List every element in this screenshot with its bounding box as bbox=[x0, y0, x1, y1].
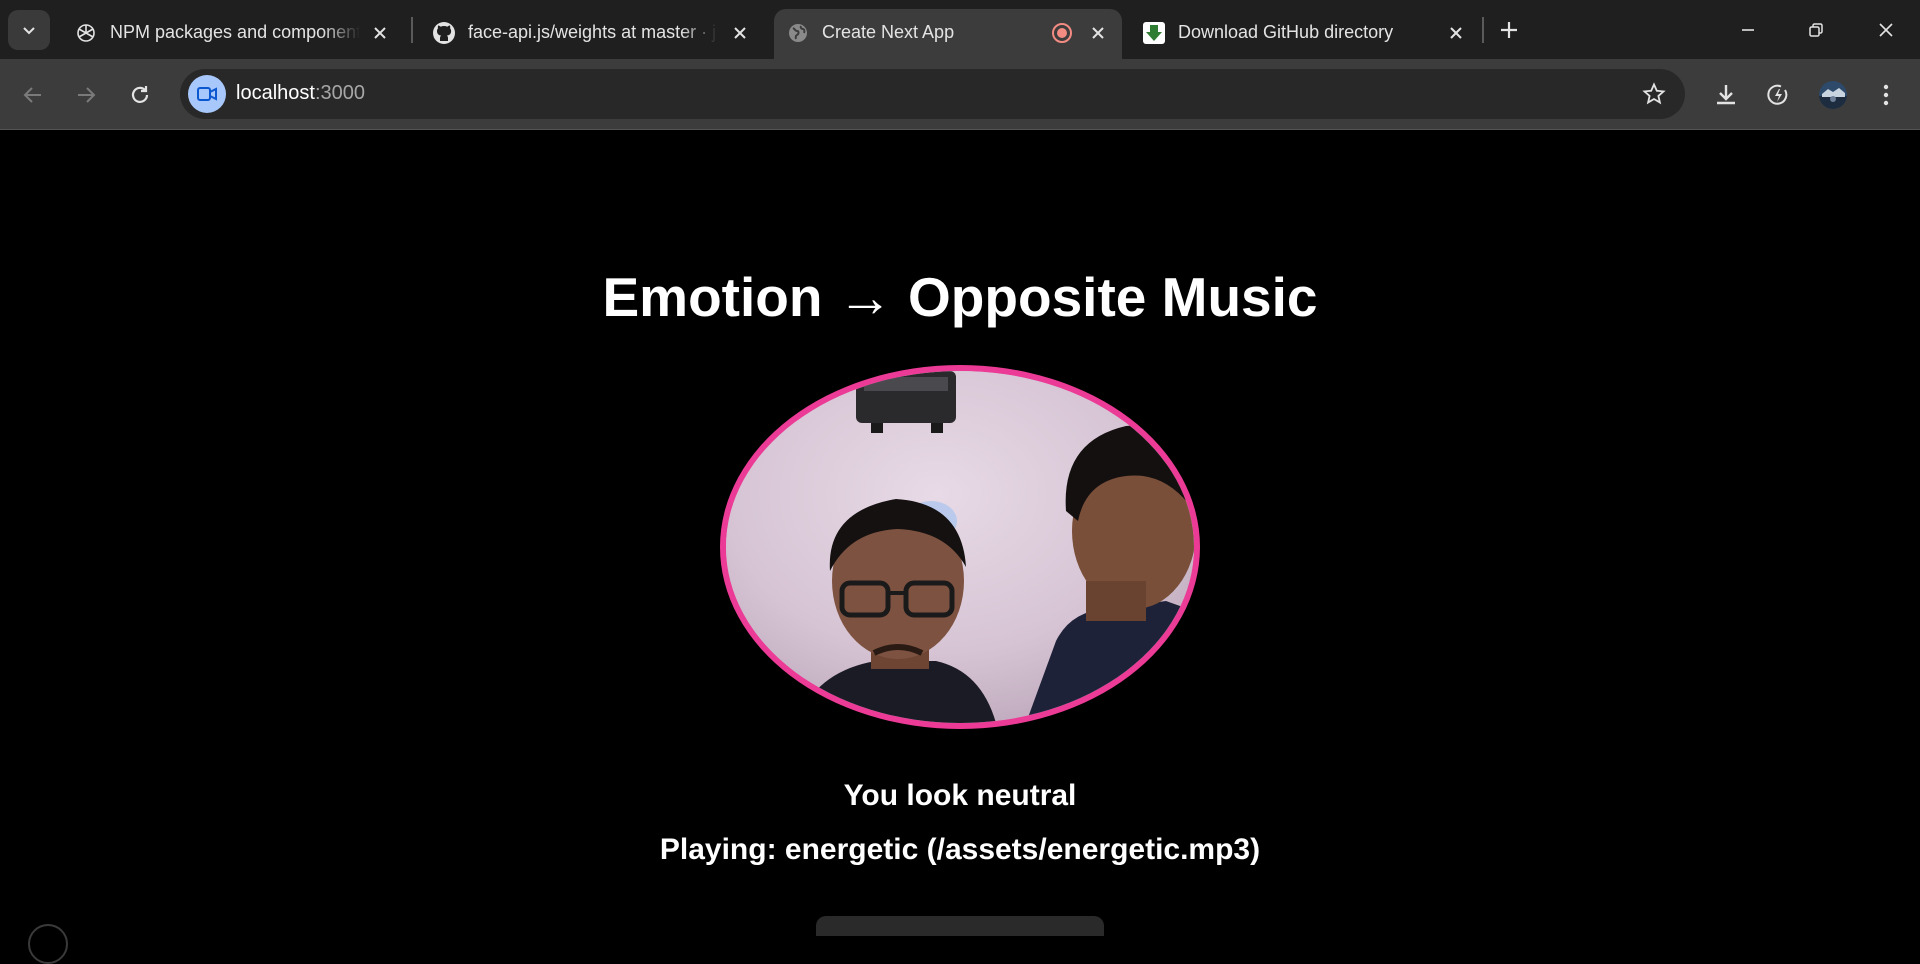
tab-face-api-weights[interactable]: face-api.js/weights at master · justadud… bbox=[412, 9, 764, 59]
tab-create-next-app[interactable]: Create Next App bbox=[774, 9, 1122, 59]
profile-avatar[interactable] bbox=[1813, 75, 1853, 115]
tab-download-github-directory[interactable]: Download GitHub directory bbox=[1122, 9, 1474, 59]
avatar-icon bbox=[1819, 81, 1847, 109]
page-title: Emotion → Opposite Music bbox=[602, 266, 1318, 328]
video-camera-icon bbox=[197, 87, 217, 101]
bookmark-star-icon[interactable] bbox=[1641, 81, 1667, 107]
recording-indicator-icon bbox=[1050, 21, 1074, 45]
new-tab-button[interactable] bbox=[1481, 8, 1537, 52]
minimize-icon bbox=[1742, 29, 1754, 31]
tab-title: face-api.js/weights at master · justadud… bbox=[468, 22, 718, 42]
now-playing-status: Playing: energetic (/assets/energetic.mp… bbox=[659, 833, 1261, 866]
close-window-button[interactable] bbox=[1858, 8, 1914, 52]
url-text: localhost:3000 bbox=[236, 82, 365, 105]
close-icon[interactable] bbox=[368, 21, 392, 45]
arrow-left-icon bbox=[23, 87, 41, 103]
tab-title: NPM packages and components bbox=[110, 22, 360, 42]
close-icon[interactable] bbox=[728, 21, 752, 45]
minimize-button[interactable] bbox=[1720, 8, 1776, 52]
arrow-right-icon bbox=[78, 87, 96, 103]
plus-icon bbox=[1501, 22, 1517, 38]
close-icon bbox=[1879, 23, 1893, 37]
reload-button[interactable] bbox=[120, 75, 160, 115]
tab-title: Create Next App bbox=[822, 22, 955, 42]
tab-title: Download GitHub directory bbox=[1178, 22, 1394, 42]
url-host: localhost bbox=[236, 82, 315, 104]
download-icon bbox=[1717, 85, 1735, 105]
webcam-feed-image bbox=[726, 371, 1194, 723]
tab-npm-packages[interactable]: NPM packages and components bbox=[54, 9, 406, 59]
chevron-down-icon bbox=[23, 27, 35, 35]
download-directory-icon bbox=[1142, 21, 1166, 45]
control-button[interactable] bbox=[816, 916, 1104, 936]
close-icon[interactable] bbox=[1086, 21, 1110, 45]
performance-button[interactable] bbox=[1758, 75, 1798, 115]
browser-menu-button[interactable] bbox=[1866, 75, 1906, 115]
site-info-button[interactable] bbox=[188, 75, 226, 113]
restore-button[interactable] bbox=[1788, 8, 1844, 52]
browser-toolbar: localhost:3000 bbox=[0, 59, 1920, 130]
github-icon bbox=[432, 21, 456, 45]
globe-icon bbox=[786, 21, 810, 45]
energy-saver-icon bbox=[1767, 84, 1788, 105]
address-bar[interactable]: localhost:3000 bbox=[180, 69, 1685, 119]
openai-icon bbox=[74, 21, 98, 45]
close-icon[interactable] bbox=[1444, 21, 1468, 45]
forward-button[interactable] bbox=[66, 75, 106, 115]
emotion-status: You look neutral bbox=[843, 779, 1077, 812]
dev-tools-indicator[interactable] bbox=[28, 924, 68, 964]
tab-search-button[interactable] bbox=[8, 10, 50, 50]
page-content: Emotion → Opposite Music You look neutra… bbox=[0, 131, 1920, 964]
tab-strip: NPM packages and components face-api.js/… bbox=[0, 0, 1920, 59]
webcam-video bbox=[720, 365, 1200, 729]
url-port: :3000 bbox=[314, 82, 365, 104]
back-button[interactable] bbox=[13, 75, 53, 115]
downloads-button[interactable] bbox=[1706, 75, 1746, 115]
more-vert-icon bbox=[1883, 84, 1889, 106]
restore-icon bbox=[1809, 23, 1823, 37]
reload-icon bbox=[131, 86, 149, 103]
